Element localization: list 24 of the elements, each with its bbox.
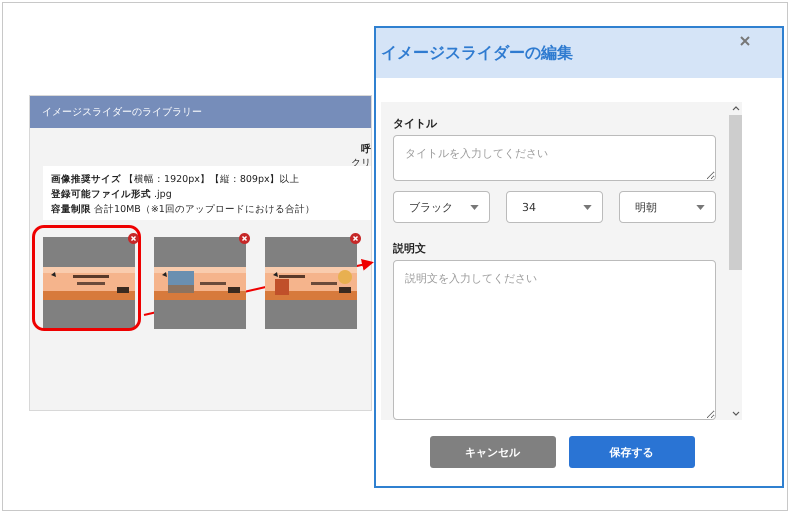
scroll-up-icon[interactable]: [732, 106, 740, 111]
field-label: タイトル: [393, 116, 438, 131]
spec-line: 画像推奨サイズ 【横幅：1920px】【縦：809px】以上: [51, 173, 301, 186]
dropdown[interactable]: 明朝: [619, 191, 716, 223]
spec-line: 容量制限 合計10MB（※1回のアップロードにおける合計）: [51, 203, 316, 216]
caret-icon: [696, 204, 705, 210]
dropdown[interactable]: 34: [506, 191, 603, 223]
title-input[interactable]: タイトルを入力してください: [393, 135, 716, 181]
caret-icon: [470, 204, 479, 210]
field-label: 説明文: [393, 241, 427, 256]
close-icon[interactable]: [740, 36, 750, 46]
save-button[interactable]: 保存する: [568, 436, 694, 468]
cancel-button[interactable]: キャンセル: [430, 436, 556, 468]
description-input[interactable]: 説明文を入力してください: [393, 260, 716, 420]
dialog-title: イメージスライダーの編集: [381, 42, 573, 64]
delete-icon[interactable]: [350, 233, 361, 244]
dropdown[interactable]: ブラック: [393, 191, 490, 223]
library-title: イメージスライダーのライブラリー: [42, 106, 202, 119]
scroll-down-icon[interactable]: [732, 411, 740, 416]
spec-line: 登録可能ファイル形式 .jpg: [51, 188, 173, 201]
cut-heading: 呼: [361, 142, 371, 156]
caret-icon: [583, 204, 592, 210]
delete-icon[interactable]: [128, 233, 139, 244]
delete-icon[interactable]: [239, 233, 250, 244]
